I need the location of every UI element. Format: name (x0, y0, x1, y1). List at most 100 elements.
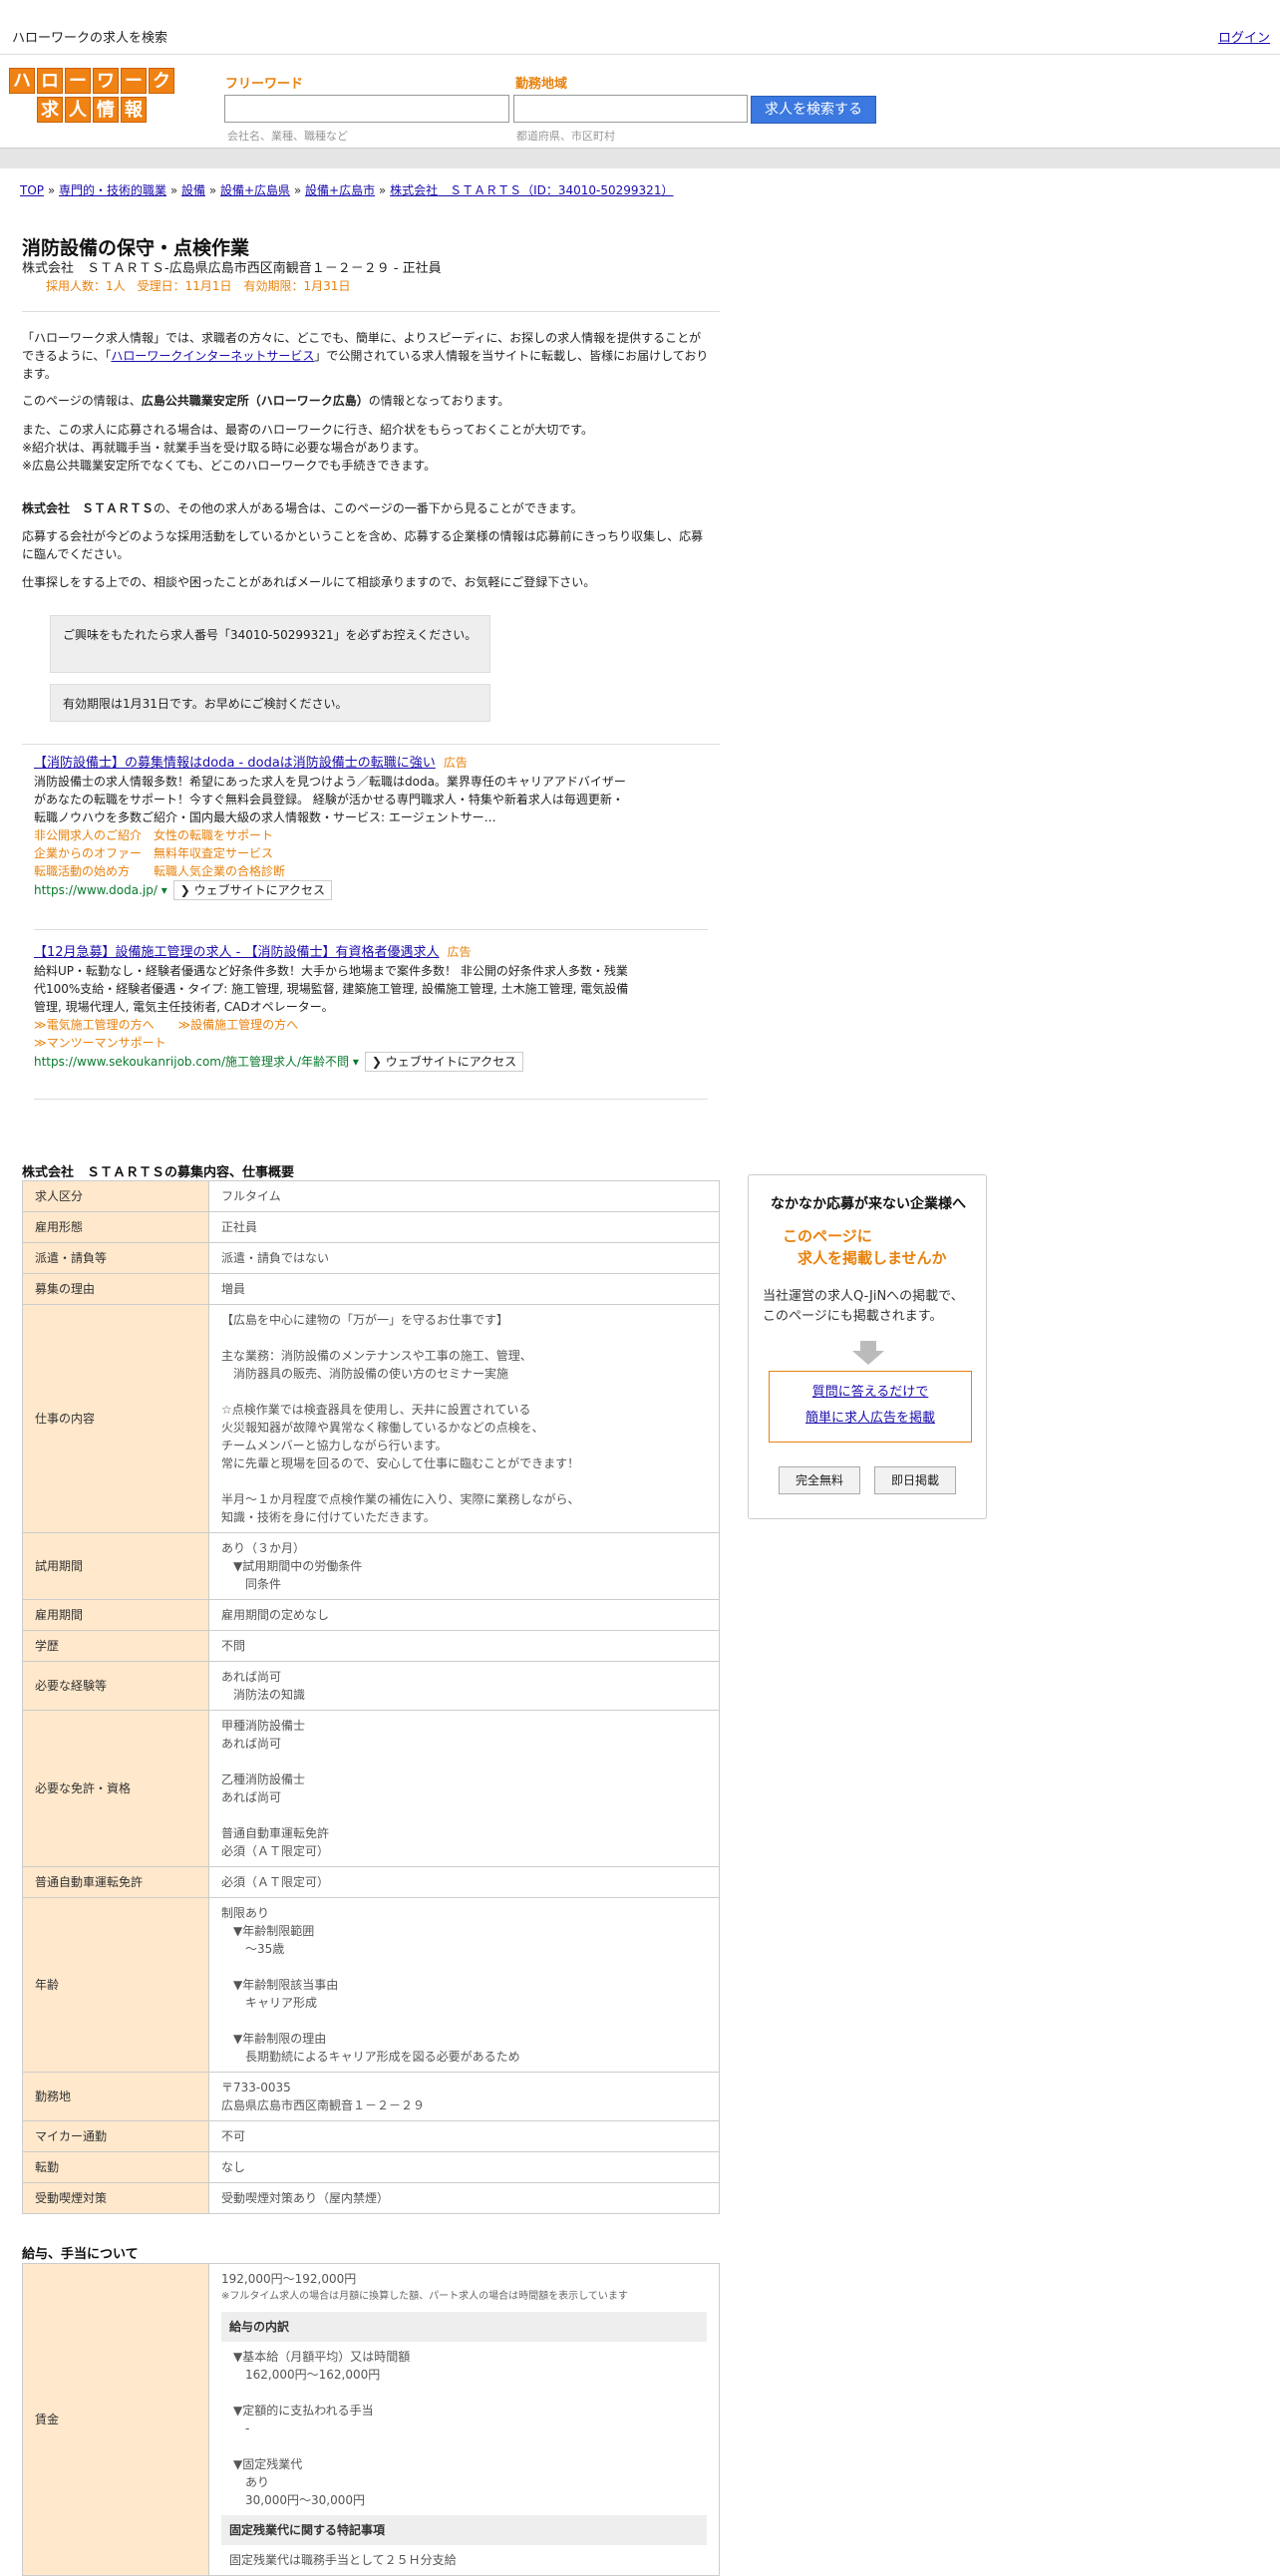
visit-website-label: ウェブサイトにアクセス (193, 883, 326, 897)
row-key: 勤務地 (22, 2072, 209, 2121)
row-value: 【広島を中心に建物の「万が一」を守るお仕事です】 主な業務：消防設備のメンテナン… (208, 1304, 720, 1533)
row-value: 制限あり ▼年齢制限範囲 〜35歳 ▼年齢制限該当事由 キャリア形成 ▼年齢制限… (208, 1897, 720, 2073)
table-row: 派遣・請負等 派遣・請負ではない (22, 1242, 720, 1274)
source-text: このページの情報は、 (22, 394, 142, 408)
logo-char: 人 (65, 97, 91, 123)
job-title: 消防設備の保守・点検作業 (22, 237, 250, 259)
divider (34, 1099, 708, 1100)
hellowork-internet-link[interactable]: ハローワークインターネットサービス (111, 349, 314, 363)
row-key: 試用期間 (22, 1532, 209, 1600)
table-row: 雇用形態 正社員 (22, 1211, 720, 1243)
ad-sitelink[interactable]: ≫マンツーマンサポート (34, 1034, 632, 1052)
ad-title-link[interactable]: 【消防設備士】の募集情報はdoda - dodaは消防設備士の転職に強い (34, 756, 436, 771)
breadcrumb-subcategory[interactable]: 設備 (181, 183, 205, 197)
logo-row-1: ハローワーク (4, 68, 179, 94)
sidebar-headline: このページに 求人を掲載しませんか (783, 1227, 947, 1267)
sidebar-link-post-ad[interactable]: 簡単に求人広告を掲載 (770, 1406, 971, 1432)
visit-website-button[interactable]: ❯ ウェブサイトにアクセス (172, 880, 333, 900)
divider (22, 744, 720, 745)
divider (22, 311, 720, 312)
overview-title: 株式会社 ＳＴＡＲＴＳの募集内容、仕事概要 (22, 1165, 295, 1180)
ad-sitelink[interactable]: 企業からのオファー 無料年収査定サービス (34, 844, 632, 862)
ad-sitelink[interactable]: 非公開求人のご紹介 女性の転職をサポート (34, 826, 632, 844)
ad-url[interactable]: https://www.doda.jp/ (34, 883, 158, 897)
breadcrumb-city[interactable]: 設備+広島市 (305, 183, 375, 197)
header-divider (0, 148, 1280, 168)
ad-title-link[interactable]: 【12月急募】設備施工管理の求人 - 【消防設備士】有資格者優遇求人 (34, 945, 440, 960)
row-key: 普通自動車運転免許 (22, 1866, 209, 1898)
row-value: 〒733-0035 広島県広島市西区南観音１－２－２９ (208, 2072, 720, 2121)
other-jobs-paragraph: 株式会社 ＳＴＡＲＴＳの、その他の求人がある場合は、このページの一番下から見るこ… (22, 499, 710, 517)
source-text: の情報となっております。 (368, 394, 510, 408)
job-number-notice: ご興味をもたれたら求人番号「34010-50299321」を必ずお控えください。 (50, 615, 490, 673)
apply-notes: また、この求人に応募される場合は、最寄のハローワークに行き、紹介状をもらっておく… (22, 423, 594, 473)
row-key: 募集の理由 (22, 1273, 209, 1305)
ad-url[interactable]: https://www.sekoukanrijob.com/施工管理求人/年齢不… (34, 1055, 349, 1069)
breadcrumb-company[interactable]: 株式会社 ＳＴＡＲＴＳ（ID：34010-50299321） (390, 183, 673, 197)
logo-char: 情 (93, 97, 119, 123)
dropdown-icon[interactable]: ▾ (349, 1055, 359, 1069)
visit-website-button[interactable]: ❯ ウェブサイトにアクセス (364, 1052, 524, 1072)
ad-description: 消防設備士の求人情報多数！希望にあった求人を見つけよう／転職はdoda。業界専任… (34, 775, 626, 824)
row-value: なし (208, 2151, 720, 2183)
overview-table: 求人区分 フルタイム 雇用形態 正社員 派遣・請負等 派遣・請負ではない 募集の理由増… (22, 1180, 720, 2214)
table-row: マイカー通勤 不可 (22, 2120, 720, 2152)
free-button[interactable]: 完全無料 (779, 1466, 860, 1494)
logo-char: ー (121, 68, 147, 94)
row-key: マイカー通勤 (22, 2120, 209, 2152)
row-value: 雇用期間の定めなし (208, 1599, 720, 1631)
intro-paragraph: 「ハローワーク求人情報」では、求職者の方々に、どこでも、簡単に、よりスピーディに… (22, 329, 710, 383)
breadcrumb-top[interactable]: TOP (20, 183, 44, 197)
expiry-notice: 有効期限は1月31日です。お早めにご検討ください。 (50, 684, 490, 722)
row-key: 雇用形態 (22, 1211, 209, 1243)
row-value: あり（３か月） ▼試用期間中の労働条件 同条件 (208, 1532, 720, 1600)
ad-sitelink[interactable]: 転職活動の始め方 転職人気企業の合格診断 (34, 862, 632, 880)
dropdown-icon[interactable]: ▾ (158, 883, 167, 897)
row-value: 不問 (208, 1630, 720, 1662)
divider (34, 929, 708, 930)
freeword-label: フリーワード (225, 77, 304, 92)
advice-paragraph: 応募する会社が今どのような採用活動をしているかということを含め、応募する企業様の… (22, 529, 704, 561)
ad-description: 給料UP・転勤なし・経験者優遇など好条件多数！大手から地場まで案件多数！ 非公開… (34, 964, 629, 1014)
breadcrumb-prefecture[interactable]: 設備+広島県 (220, 183, 290, 197)
visit-website-label: ウェブサイトにアクセス (385, 1055, 517, 1069)
site-logo[interactable]: ハローワーク 求人情報 (4, 68, 179, 124)
row-value: フルタイム (208, 1180, 720, 1212)
table-row: 普通自動車運転免許 必須（ＡＴ限定可） (22, 1866, 720, 1898)
salary-title: 給与、手当について (22, 2247, 139, 2262)
logo-char: 求 (37, 97, 63, 123)
row-key: 転勤 (22, 2151, 209, 2183)
site-tagline: ハローワークの求人を検索 (12, 31, 168, 46)
row-key: 求人区分 (22, 1180, 209, 1212)
row-value: 192,000円〜192,000円 ※フルタイム求人の場合は月額に換算した額、パ… (208, 2263, 720, 2576)
row-key: 必要な経験等 (22, 1661, 209, 1711)
company-name: 株式会社 ＳＴＡＲＴＳ (22, 501, 155, 515)
row-value: 必須（ＡＴ限定可） (208, 1866, 720, 1898)
login-link[interactable]: ログイン (1218, 27, 1270, 46)
table-row: 勤務地 〒733-0035 広島県広島市西区南観音１－２－２９ (22, 2072, 720, 2121)
salary-note: ※フルタイム求人の場合は月額に換算した額、パート求人の場合は時間額を表示していま… (221, 2291, 628, 2302)
salary-table: 賃金 192,000円〜192,000円 ※フルタイム求人の場合は月額に換算した… (22, 2263, 720, 2576)
area-label: 勤務地域 (515, 77, 568, 92)
row-key: 年齢 (22, 1897, 209, 2073)
row-value: 甲種消防設備士 あれば尚可 乙種消防設備士 あれば尚可 普通自動車運転免許 必須… (208, 1710, 720, 1867)
ad-sitelink[interactable]: ≫電気施工管理の方へ ≫設備施工管理の方へ (34, 1016, 632, 1034)
row-key: 派遣・請負等 (22, 1242, 209, 1274)
same-day-button[interactable]: 即日掲載 (874, 1466, 956, 1494)
logo-row-2: 求人情報 (4, 97, 179, 123)
ad-block: 【12月急募】設備施工管理の求人 - 【消防設備士】有資格者優遇求人 広告 給料U… (34, 943, 632, 1072)
table-row: 募集の理由 増員 (22, 1273, 720, 1305)
overtime-note-title: 固定残業代に関する特記事項 (221, 2515, 707, 2545)
sidebar-link-questions[interactable]: 質問に答えるだけで (770, 1380, 971, 1406)
logo-char: 報 (121, 97, 147, 123)
row-value: 受動喫煙対策あり（屋内禁煙） (208, 2182, 720, 2214)
top-bar: ハローワークの求人を検索 ログイン (0, 0, 1280, 55)
row-key: 学歴 (22, 1630, 209, 1662)
other-jobs-text: の、その他の求人がある場合は、このページの一番下から見ることができます。 (154, 501, 583, 515)
area-input[interactable] (513, 95, 748, 123)
row-value: 正社員 (208, 1211, 720, 1243)
freeword-input[interactable] (224, 95, 509, 123)
sidebar-links-box: 質問に答えるだけで 簡単に求人広告を掲載 (769, 1371, 972, 1443)
breadcrumb-category[interactable]: 専門的・技術的職業 (59, 183, 166, 197)
search-button[interactable]: 求人を検索する (751, 96, 876, 124)
